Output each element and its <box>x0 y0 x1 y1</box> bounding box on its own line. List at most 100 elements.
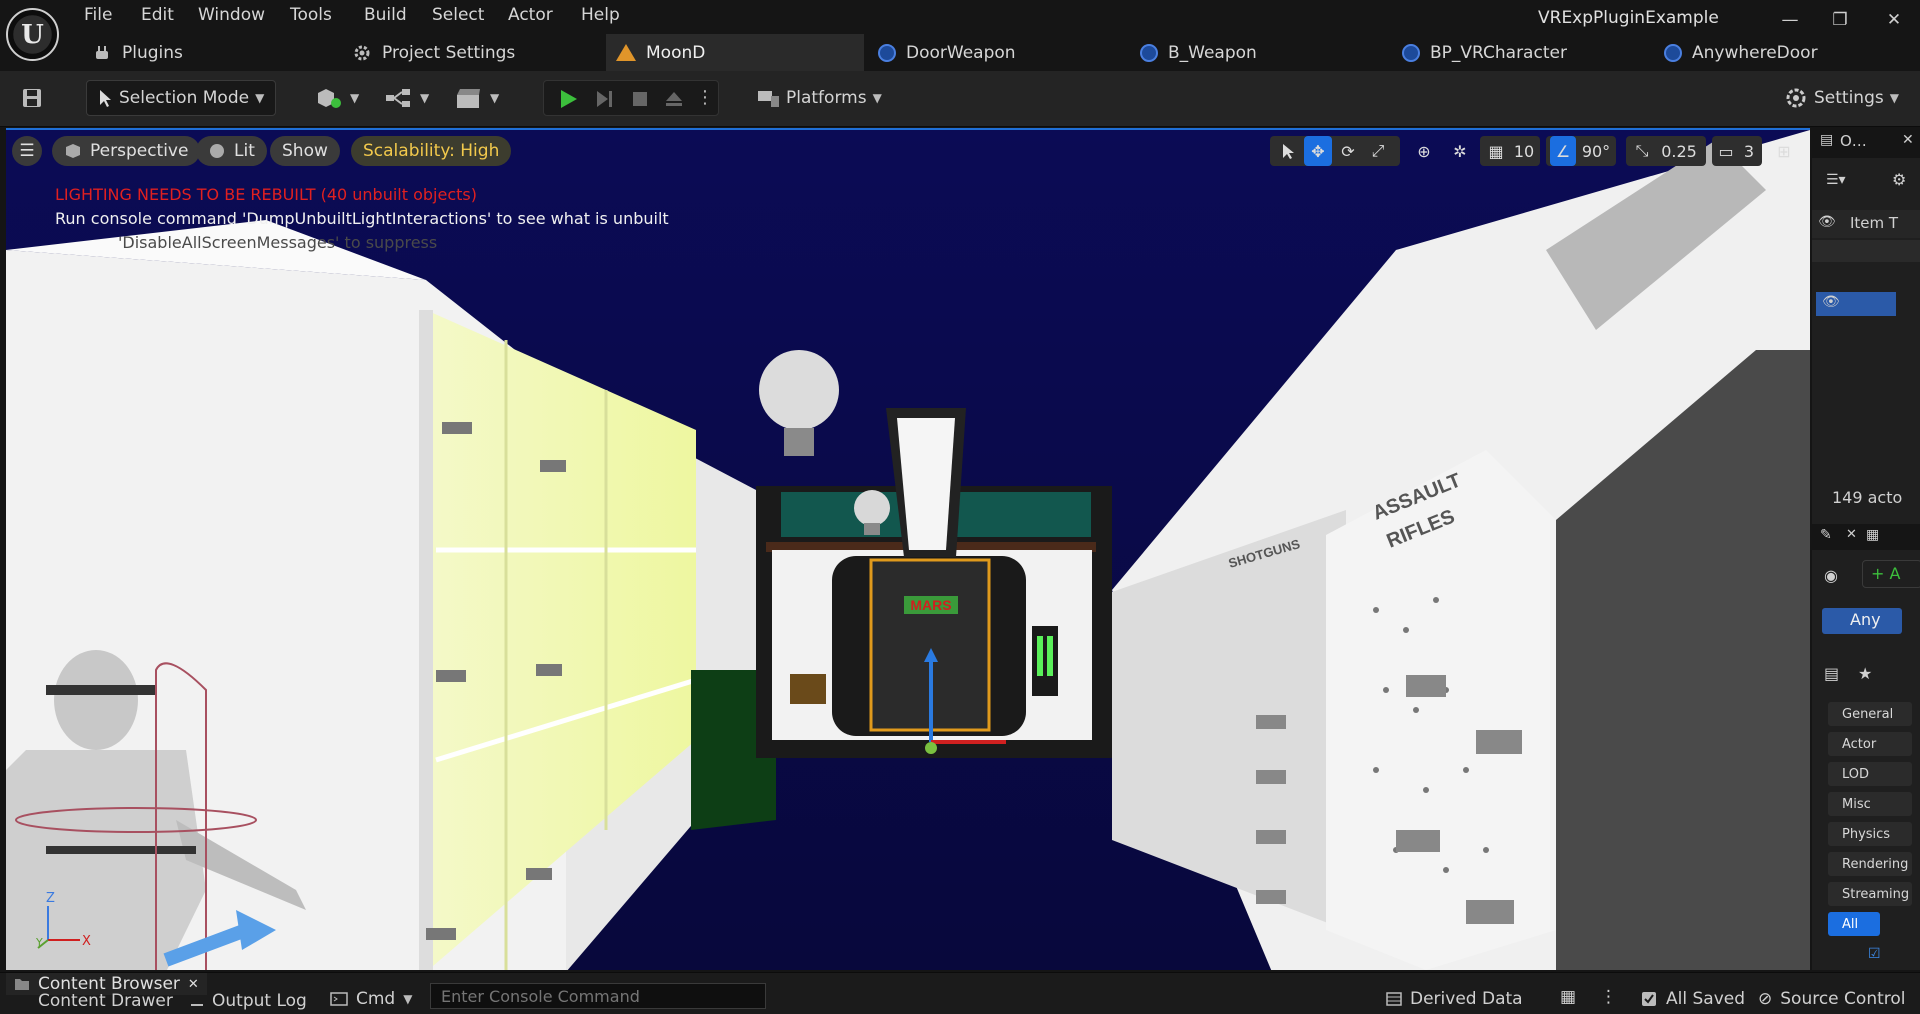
eject-icon[interactable] <box>662 87 686 116</box>
content-drawer-button[interactable]: Content Drawer <box>38 991 173 1011</box>
vr-character[interactable] <box>54 650 138 750</box>
world-space-icon[interactable]: ⊕ <box>1410 136 1438 166</box>
category-lod[interactable]: LOD <box>1828 762 1912 786</box>
unreal-logo-icon[interactable]: U <box>6 8 59 61</box>
derived-data-button[interactable]: Derived Data <box>1386 989 1523 1009</box>
platforms-dropdown[interactable]: Platforms ▼ <box>756 80 882 116</box>
tab-b-weapon[interactable]: B_Weapon <box>1130 34 1380 71</box>
surface-snap-icon[interactable]: ✲ <box>1446 136 1474 166</box>
tab-project-settings[interactable]: Project Settings <box>342 34 592 71</box>
grid-panel-icon[interactable]: ▦ <box>1866 527 1879 543</box>
play-icon[interactable] <box>556 87 580 116</box>
cmd-dropdown[interactable]: Cmd ▼ <box>330 989 412 1009</box>
category-streaming[interactable]: Streaming <box>1828 882 1912 906</box>
level-viewport[interactable]: MARS ASSAULT RIFLES SHOTGUNS ☰ Perspecti… <box>6 128 1810 970</box>
category-all[interactable]: All <box>1828 912 1880 936</box>
viewport-options-button[interactable]: ☰ <box>12 136 42 166</box>
more-options-icon[interactable]: ⋮ <box>696 87 714 108</box>
scale-tool-icon[interactable]: ⤢ <box>1364 136 1392 166</box>
camera-speed-value[interactable]: 3 <box>1740 136 1758 166</box>
perspective-button[interactable]: Perspective <box>52 136 201 166</box>
cube-icon <box>66 144 80 158</box>
close-icon[interactable]: ✕ <box>1882 8 1906 32</box>
clapperboard-icon <box>457 89 480 108</box>
filter-icon[interactable]: ☰▾ <box>1826 172 1846 188</box>
show-button[interactable]: Show <box>270 136 340 166</box>
grid-size-value[interactable]: 10 <box>1510 136 1538 166</box>
outliner-title[interactable]: O… <box>1840 132 1867 150</box>
menu-select[interactable]: Select <box>432 5 484 25</box>
camera-icon[interactable]: ▭ <box>1714 136 1738 166</box>
stop-icon[interactable] <box>628 87 652 116</box>
console-hint: Run console command 'DumpUnbuiltLightInt… <box>55 209 669 228</box>
star-icon[interactable]: ★ <box>1858 664 1872 683</box>
blueprint-icon <box>1140 43 1158 62</box>
menu-build[interactable]: Build <box>364 5 407 25</box>
console-command-input[interactable] <box>430 983 766 1009</box>
checkbox[interactable]: ☑ <box>1868 946 1881 962</box>
tab-anywheredoor[interactable]: AnywhereDoor <box>1654 34 1904 71</box>
menu-actor[interactable]: Actor <box>508 5 553 25</box>
close-icon[interactable]: ✕ <box>188 977 199 992</box>
component-tree-item[interactable]: Any <box>1822 608 1902 634</box>
menu-tools[interactable]: Tools <box>290 5 332 25</box>
tab-label: Project Settings <box>382 42 516 63</box>
output-log-button[interactable]: Output Log <box>190 991 307 1011</box>
grid-icon[interactable]: ▦ <box>1484 136 1508 166</box>
skip-icon[interactable] <box>592 87 616 116</box>
close-icon[interactable]: ✕ <box>1902 132 1914 148</box>
rotate-tool-icon[interactable]: ⟳ <box>1334 136 1362 166</box>
add-component-button[interactable]: + A <box>1862 560 1920 588</box>
column-item-type[interactable]: Item T <box>1850 214 1898 232</box>
source-control-grid-icon[interactable]: ▦ <box>1560 987 1576 1007</box>
category-rendering[interactable]: Rendering <box>1828 852 1912 876</box>
all-saved-button[interactable]: All Saved <box>1640 989 1745 1009</box>
derived-data-label: Derived Data <box>1410 989 1523 1009</box>
more-options-icon[interactable]: ⋮ <box>1600 987 1617 1007</box>
cinematics-button[interactable]: ▼ <box>454 80 499 116</box>
minimize-icon[interactable]: — <box>1778 8 1802 32</box>
menu-help[interactable]: Help <box>581 5 620 25</box>
blueprint-icon <box>1402 43 1420 62</box>
select-tool-icon[interactable] <box>1274 136 1302 166</box>
scale-snap-icon[interactable]: ⤡ <box>1630 136 1654 166</box>
translate-tool-icon[interactable]: ✥ <box>1304 136 1332 166</box>
menu-edit[interactable]: Edit <box>141 5 174 25</box>
lit-label: Lit <box>234 141 255 161</box>
tab-label: DoorWeapon <box>906 42 1016 63</box>
restore-icon[interactable]: ❐ <box>1828 8 1852 32</box>
perspective-label: Perspective <box>90 141 189 161</box>
outliner-settings-icon[interactable]: ⚙ <box>1892 170 1906 189</box>
tab-doorweapon[interactable]: DoorWeapon <box>868 34 1118 71</box>
chevron-down-icon: ▼ <box>1889 91 1899 105</box>
tab-bp-vrcharacter[interactable]: BP_VRCharacter <box>1392 34 1642 71</box>
source-control-button[interactable]: ⊘ Source Control <box>1758 989 1906 1009</box>
rotation-snap-value[interactable]: 90° <box>1578 136 1614 166</box>
settings-dropdown[interactable]: Settings ▼ <box>1784 80 1899 116</box>
scale-snap-value[interactable]: 0.25 <box>1656 136 1702 166</box>
save-icon[interactable] <box>20 80 44 116</box>
tab-plugins[interactable]: Plugins <box>82 34 332 71</box>
menu-window[interactable]: Window <box>198 5 265 25</box>
outliner-row-selected[interactable]: 👁 <box>1816 292 1896 316</box>
category-general[interactable]: General <box>1828 702 1912 726</box>
light-bulb[interactable] <box>759 350 839 430</box>
terminal-icon <box>330 992 348 1006</box>
category-physics[interactable]: Physics <box>1828 822 1912 846</box>
selection-mode-dropdown[interactable]: Selection Mode ▼ <box>86 80 276 116</box>
menu-file[interactable]: File <box>84 5 112 25</box>
plug-icon <box>92 43 112 63</box>
tab-moond[interactable]: MoonD <box>606 34 864 71</box>
blueprint-menu-button[interactable]: ▼ <box>384 80 429 116</box>
outliner-row[interactable] <box>1812 240 1920 262</box>
add-actor-button[interactable]: ▼ <box>314 80 359 116</box>
disable-messages-hint: 'DisableAllScreenMessages' to suppress <box>118 233 438 252</box>
scalability-badge[interactable]: Scalability: High <box>351 136 512 166</box>
category-misc[interactable]: Misc <box>1828 792 1912 816</box>
angle-icon[interactable]: ∠ <box>1550 136 1576 166</box>
table-icon[interactable]: ▤ <box>1824 664 1839 683</box>
close-icon[interactable]: ✕ <box>1846 527 1857 542</box>
lit-button[interactable]: Lit <box>196 136 267 166</box>
category-actor[interactable]: Actor <box>1828 732 1912 756</box>
layout-icon[interactable]: ⊞ <box>1770 136 1798 166</box>
